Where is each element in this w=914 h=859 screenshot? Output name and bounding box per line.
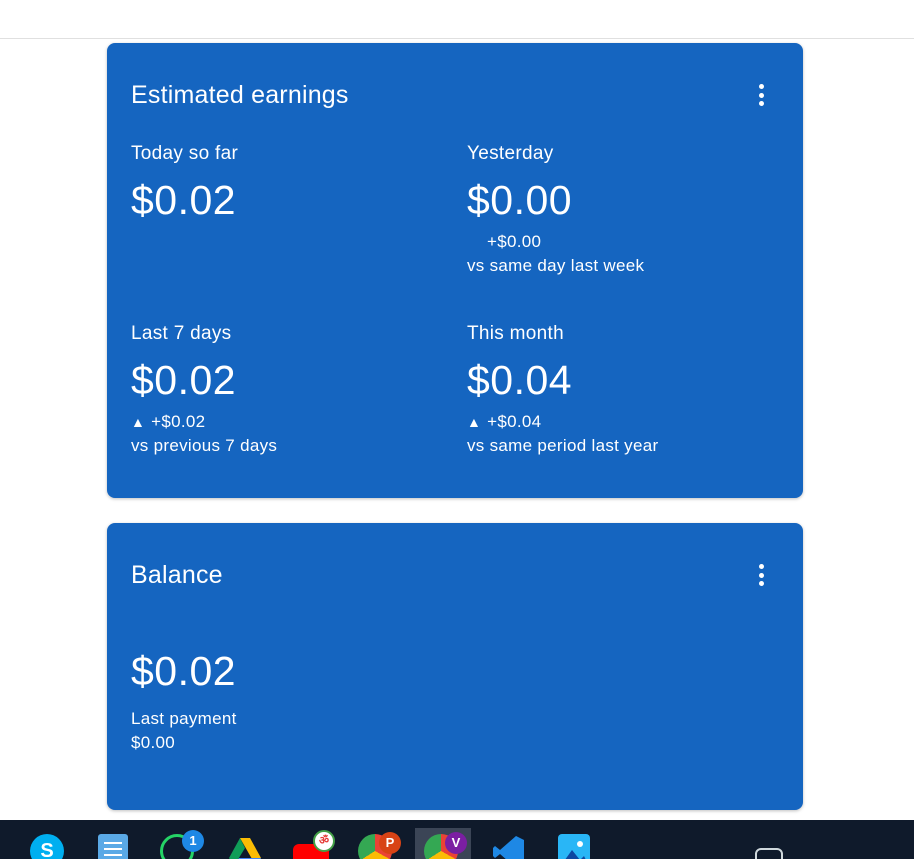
delta-note: vs same day last week <box>467 256 645 275</box>
om-badge-icon: ॐ <box>313 830 335 852</box>
up-arrow-icon: ▲ <box>131 414 146 430</box>
delta-value: +$0.02 <box>151 412 206 431</box>
vscode-icon[interactable] <box>492 834 526 859</box>
top-app-bar <box>0 0 914 39</box>
delta-note: vs same period last year <box>467 436 659 455</box>
profile-badge-v: V <box>445 832 467 854</box>
metric-delta: ▲ +$0.04 <box>467 412 658 432</box>
last-payment-value: $0.00 <box>131 733 176 752</box>
metric-label: This month <box>467 323 564 344</box>
balance-value: $0.02 <box>131 648 237 694</box>
card-title: Estimated earnings <box>131 81 349 109</box>
system-tray-icon[interactable] <box>755 848 783 859</box>
profile-badge-p: P <box>379 832 401 854</box>
balance-card: Balance $0.02 Last payment $0.00 <box>107 523 803 810</box>
metric-value: $0.02 <box>131 357 237 403</box>
metric-label: Yesterday <box>467 143 554 164</box>
metric-value: $0.00 <box>467 177 573 223</box>
metric-delta: ▲ +$0.02 <box>131 412 277 432</box>
up-arrow-icon: ▲ <box>467 414 482 430</box>
more-options-icon[interactable] <box>753 564 769 590</box>
metric-delta: +$0.00 <box>467 232 644 252</box>
delta-note: vs previous 7 days <box>131 436 278 455</box>
more-options-icon[interactable] <box>753 84 769 110</box>
delta-value: +$0.04 <box>487 412 542 431</box>
metric-this-month: This month $0.04 ▲ +$0.04 vs same period … <box>467 323 658 456</box>
last-payment-label: Last payment <box>131 709 237 728</box>
google-drive-icon[interactable] <box>228 834 262 859</box>
metric-value: $0.02 <box>131 177 237 223</box>
notepad-icon[interactable] <box>98 834 128 859</box>
taskbar: S 1 ॐ P V <box>0 820 914 859</box>
estimated-earnings-card: Estimated earnings Today so far $0.02 Ye… <box>107 43 803 498</box>
skype-icon[interactable]: S <box>30 834 64 859</box>
card-title: Balance <box>131 561 223 589</box>
metric-today: Today so far $0.02 <box>131 143 238 224</box>
metric-label: Last 7 days <box>131 323 232 344</box>
metric-last-7-days: Last 7 days $0.02 ▲ +$0.02 vs previous 7 … <box>131 323 277 456</box>
delta-value: +$0.00 <box>487 232 542 251</box>
notification-badge: 1 <box>182 830 204 852</box>
metric-yesterday: Yesterday $0.00 +$0.00 vs same day last … <box>467 143 644 276</box>
photos-icon[interactable] <box>558 834 590 859</box>
metric-value: $0.04 <box>467 357 573 403</box>
metric-label: Today so far <box>131 143 239 164</box>
